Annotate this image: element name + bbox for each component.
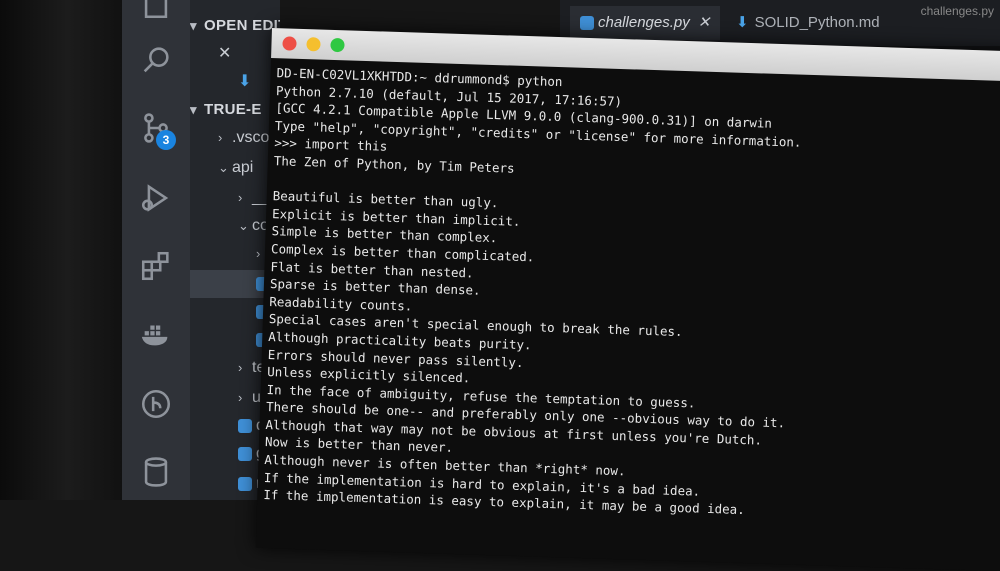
- chevron-right-icon: ›: [218, 130, 223, 145]
- close-window-button[interactable]: [282, 36, 297, 51]
- chevron-down-icon: ▾: [190, 18, 197, 33]
- gitlens-icon[interactable]: [138, 386, 174, 422]
- window-title: challenges.py: [920, 4, 994, 18]
- files-icon[interactable]: [138, 0, 174, 22]
- docker-icon[interactable]: [138, 316, 174, 352]
- chevron-down-icon: ⌄: [238, 218, 249, 233]
- sidebar-item[interactable]: › .vsco: [190, 124, 280, 152]
- terminal-window[interactable]: DD-EN-C02VL1XKHTDD:~ ddrummond$ python Py…: [255, 28, 1000, 571]
- database-icon[interactable]: [138, 454, 174, 490]
- chevron-right-icon: ›: [238, 190, 243, 205]
- zoom-window-button[interactable]: [330, 37, 345, 53]
- sidebar-item-label: ✕: [218, 45, 232, 62]
- search-icon[interactable]: [138, 42, 174, 78]
- chevron-down-icon: ▾: [190, 102, 197, 117]
- sidebar-item[interactable]: ✕: [190, 40, 280, 68]
- sidebar-item[interactable]: ⬇: [190, 68, 280, 96]
- tab-solid-python-md[interactable]: ⬇ SOLID_Python.md: [736, 6, 880, 40]
- terminal-output[interactable]: DD-EN-C02VL1XKHTDD:~ ddrummond$ python Py…: [257, 58, 1000, 527]
- chevron-right-icon: ›: [238, 360, 243, 375]
- monitor-bezel: [0, 0, 122, 500]
- chevron-down-icon: ⌄: [218, 160, 229, 175]
- close-icon[interactable]: ✕: [698, 14, 711, 31]
- activity-bar: 3: [122, 0, 190, 500]
- extensions-icon[interactable]: [138, 248, 174, 284]
- open-editors-header[interactable]: ▾OPEN EDITORS: [190, 12, 280, 40]
- scm-badge: 3: [156, 130, 176, 150]
- python-file-icon: [238, 446, 252, 461]
- debug-icon[interactable]: [138, 180, 174, 216]
- sidebar-item-label: .vsco: [232, 129, 270, 146]
- project-header[interactable]: ▾ TRUE-E: [190, 96, 280, 124]
- minimize-window-button[interactable]: [306, 37, 321, 52]
- sidebar-item-label: api: [232, 159, 254, 176]
- markdown-file-icon: ⬇: [238, 73, 252, 90]
- tab-challenges-py[interactable]: challenges.py ✕: [570, 6, 721, 40]
- python-file-icon: [238, 418, 252, 433]
- markdown-file-icon: ⬇: [736, 14, 749, 31]
- python-file-icon: [580, 16, 594, 31]
- python-file-icon: [238, 476, 252, 491]
- chevron-right-icon: ›: [238, 390, 243, 405]
